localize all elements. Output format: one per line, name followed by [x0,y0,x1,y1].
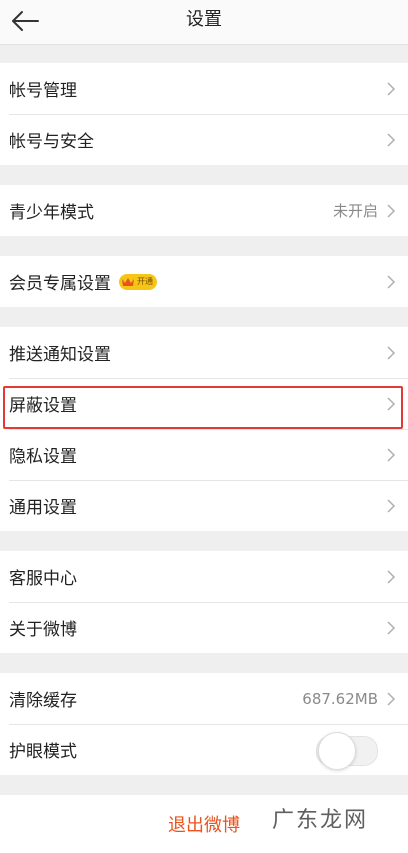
chevron-right-icon [387,274,396,289]
section-gap [0,653,408,673]
section-gap [0,531,408,551]
chevron-right-icon [387,447,396,462]
settings-item-label: 护眼模式 [9,742,77,762]
settings-item-block-settings[interactable]: 屏蔽设置 [0,378,408,429]
chevron-right-icon [387,81,396,96]
settings-item-label: 清除缓存 [9,691,77,711]
crown-icon [122,277,134,286]
settings-item-eye-protection: 护眼模式 [0,724,408,775]
section-gap [0,236,408,256]
watermark: 广东龙网 [271,808,368,833]
chevron-right-icon [387,203,396,218]
settings-item-teen-mode[interactable]: 青少年模式 未开启 [0,185,408,236]
settings-item-label: 会员专属设置 [9,274,111,294]
cache-size: 687.62MB [302,689,378,708]
settings-item-label: 推送通知设置 [9,345,111,365]
settings-item-account-management[interactable]: 帐号管理 [0,63,408,114]
settings-item-label: 青少年模式 [9,203,94,223]
chevron-right-icon [387,498,396,513]
settings-item-privacy[interactable]: 隐私设置 [0,429,408,480]
settings-item-customer-service[interactable]: 客服中心 [0,551,408,602]
settings-item-clear-cache[interactable]: 清除缓存 687.62MB [0,673,408,724]
chevron-right-icon [387,132,396,147]
vip-badge-label: 开通 [137,277,153,286]
settings-item-label: 隐私设置 [9,447,77,467]
section-gap [0,45,408,63]
logout-label: 退出微博 [168,815,240,836]
chevron-right-icon [387,569,396,584]
teen-mode-status: 未开启 [332,202,378,220]
settings-item-push-notifications[interactable]: 推送通知设置 [0,327,408,378]
page-title: 设置 [186,9,222,30]
chevron-right-icon [387,345,396,360]
settings-item-label: 客服中心 [9,569,77,589]
top-bar: 设置 [0,0,408,45]
settings-item-label: 关于微博 [9,620,77,640]
settings-item-label: 通用设置 [9,498,77,518]
chevron-right-icon [387,691,396,706]
section-gap [0,165,408,185]
section-gap [0,307,408,327]
chevron-right-icon [387,620,396,635]
section-gap [0,775,408,795]
settings-item-account-security[interactable]: 帐号与安全 [0,114,408,165]
settings-item-general[interactable]: 通用设置 [0,480,408,531]
settings-item-label: 帐号与安全 [9,132,94,152]
toggle-knob [318,731,356,770]
settings-item-vip-settings[interactable]: 会员专属设置 开通 [0,256,408,307]
vip-badge: 开通 [119,273,157,290]
settings-item-about[interactable]: 关于微博 [0,602,408,653]
settings-item-label: 屏蔽设置 [9,396,77,416]
chevron-right-icon [387,396,396,411]
settings-item-label: 帐号管理 [9,81,77,101]
